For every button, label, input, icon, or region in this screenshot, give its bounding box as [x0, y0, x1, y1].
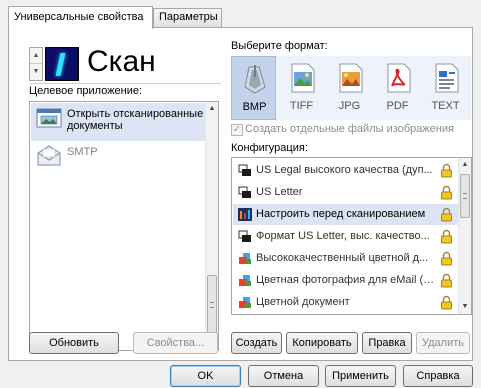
config-item-label: Формат US Letter, выс. качество... [256, 230, 430, 242]
scanner-bw-icon [238, 186, 251, 198]
lock-icon [441, 185, 452, 200]
scroll-down-icon[interactable]: ▼ [459, 300, 471, 314]
scanner-bw-icon [238, 230, 251, 242]
config-item-label: Настроить перед сканированием [256, 208, 426, 220]
destination-list[interactable]: Открыть отсканированные документы SMTP ▲… [29, 101, 219, 351]
destination-item-smtp[interactable]: SMTP [31, 141, 205, 179]
color-scanner-icon [239, 275, 251, 286]
format-option-text[interactable]: TEXT [423, 56, 468, 120]
format-option-tiff[interactable]: TIFF [279, 56, 324, 120]
tab-universal-properties[interactable]: Универсальные свойства [8, 6, 153, 29]
properties-panel: ▲ ▼ Скан Целевое приложение: Открыть отс… [8, 27, 473, 361]
config-item-label: US Legal высокого качества (дуп... [256, 164, 433, 176]
spinner-down-icon[interactable]: ▼ [30, 64, 42, 80]
config-item-label: US Letter [256, 186, 303, 198]
config-item[interactable]: Цветная фотография для eMail (6... [233, 270, 458, 291]
edit-button[interactable]: Правка [362, 332, 412, 354]
text-document-icon [435, 63, 459, 93]
tab-parameters[interactable]: Параметры [153, 8, 222, 27]
separate-files-checkbox[interactable]: ✓ [231, 124, 243, 136]
config-item-label: Цветная фотография для eMail (6... [256, 274, 438, 286]
lcd-digit-icon [55, 53, 66, 76]
create-button[interactable]: Создать [231, 332, 282, 354]
scrollbar-grip-icon [463, 193, 467, 199]
scroll-up-icon[interactable]: ▲ [206, 102, 218, 116]
configuration-label: Конфигурация: [231, 142, 308, 154]
lock-icon [441, 273, 452, 288]
format-option-label: JPG [338, 100, 361, 112]
configure-icon [238, 208, 252, 221]
config-item[interactable]: Цветной документ [233, 292, 458, 313]
destination-scrollbar[interactable]: ▲ ▼ [205, 102, 218, 350]
destination-item-label: Открыть отсканированные документы [67, 108, 204, 132]
scan-button-spinner[interactable]: ▲ ▼ [29, 47, 43, 81]
config-item[interactable]: Высококачественный цветной д... [233, 248, 458, 269]
scan-button-title: Скан [87, 45, 156, 78]
format-option-jpg[interactable]: JPG [327, 56, 372, 120]
lock-icon [441, 207, 452, 222]
delete-button[interactable]: Удалить [416, 332, 470, 354]
properties-button[interactable]: Свойства... [133, 332, 218, 354]
color-scanner-icon [239, 297, 251, 308]
lock-icon [441, 295, 452, 310]
config-item-label: Высококачественный цветной д... [256, 252, 429, 264]
spinner-up-icon[interactable]: ▲ [30, 48, 42, 64]
color-scanner-icon [239, 253, 251, 264]
open-documents-icon [36, 108, 62, 128]
scroll-up-icon[interactable]: ▲ [459, 158, 471, 172]
configuration-scrollbar[interactable]: ▲ ▼ [458, 158, 471, 314]
copy-button[interactable]: Копировать [286, 332, 358, 354]
lock-icon [441, 229, 452, 244]
email-envelope-icon [37, 145, 61, 166]
scan-button-number-badge [45, 47, 79, 81]
help-button[interactable]: Справка [403, 365, 473, 387]
format-label: Выберите формат: [231, 40, 328, 52]
config-item[interactable]: US Legal высокого качества (дуп... [233, 160, 458, 181]
scrollbar-thumb[interactable] [207, 275, 217, 335]
configuration-list[interactable]: US Legal высокого качества (дуп... US Le… [231, 157, 472, 315]
config-item[interactable]: Формат US Letter, выс. качество... [233, 226, 458, 247]
format-option-pdf[interactable]: PDF [375, 56, 420, 120]
destination-item-label: SMTP [67, 146, 98, 158]
format-option-label: TIFF [289, 100, 314, 112]
separate-files-label: Создать отдельные файлы изображения [245, 123, 454, 135]
tiff-image-icon [291, 63, 315, 93]
pdf-document-icon [387, 63, 411, 93]
format-option-label: BMP [242, 101, 267, 113]
refresh-button[interactable]: Обновить [29, 332, 119, 354]
title-divider [29, 83, 221, 84]
config-item-label: Цветной документ [256, 296, 350, 308]
apply-button[interactable]: Применить [325, 365, 396, 387]
destination-item-open-documents[interactable]: Открыть отсканированные документы [31, 103, 205, 141]
scrollbar-grip-icon [210, 302, 214, 308]
scanner-bw-icon [238, 164, 251, 176]
config-item[interactable]: US Letter [233, 182, 458, 203]
bmp-image-icon [244, 65, 266, 94]
destination-label: Целевое приложение: [29, 85, 143, 97]
lock-icon [441, 251, 452, 266]
format-selector: BMP TIFF JPG PDF TEXT [231, 56, 471, 120]
format-option-label: TEXT [431, 100, 460, 112]
lock-icon [441, 163, 452, 178]
scrollbar-thumb[interactable] [460, 174, 470, 218]
format-option-bmp[interactable]: BMP [231, 56, 276, 120]
config-item[interactable]: Настроить перед сканированием [233, 204, 458, 225]
cancel-button[interactable]: Отмена [248, 365, 319, 387]
jpg-image-icon [339, 63, 363, 93]
ok-button[interactable]: OK [170, 365, 241, 387]
format-option-label: PDF [386, 100, 409, 112]
